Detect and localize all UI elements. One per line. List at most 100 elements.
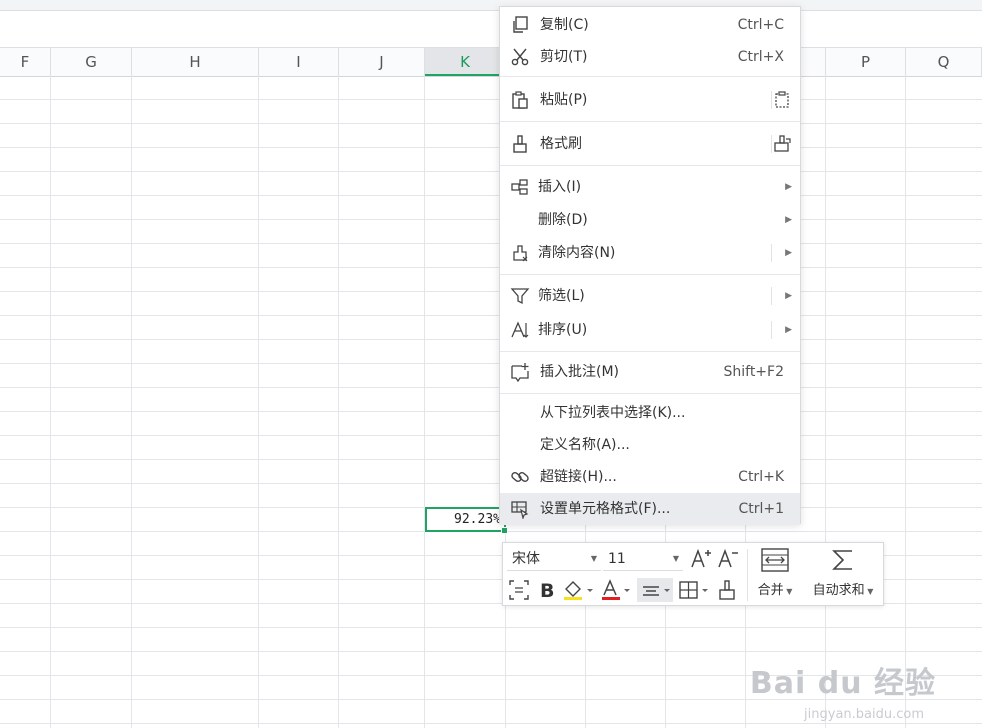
format-painter-button[interactable] <box>715 578 739 602</box>
font-name-select[interactable]: 宋体 ▼ <box>507 547 601 571</box>
menu-shortcut: Ctrl+C <box>737 17 784 33</box>
format-painter-icon <box>719 580 735 600</box>
fill-color-button[interactable] <box>561 578 595 602</box>
submenu-arrow-icon: ▶ <box>785 215 792 225</box>
column-header-h[interactable]: H <box>132 48 259 76</box>
menu-label: 剪切(T) <box>540 49 588 65</box>
menu-item-copy[interactable]: 复制(C) Ctrl+C <box>500 9 800 41</box>
menu-item-paste[interactable]: 粘贴(P) <box>500 84 800 116</box>
autosum-button[interactable]: 自动求和 ▼ <box>805 547 881 603</box>
menu-item-format-cells[interactable]: 设置单元格格式(F)... Ctrl+1 <box>500 493 800 525</box>
menu-separator <box>500 393 800 394</box>
menu-label: 从下拉列表中选择(K)... <box>540 405 686 421</box>
column-header-i[interactable]: I <box>259 48 339 76</box>
row-gridline <box>0 147 982 148</box>
filter-icon <box>510 286 530 306</box>
column-header-bar: F G H I J K L M N O P Q <box>0 47 982 77</box>
menu-item-sort[interactable]: 排序(U) ▶ <box>500 314 800 346</box>
paste-icon <box>510 90 530 110</box>
column-header-q[interactable]: Q <box>906 48 982 76</box>
row-gridline <box>0 171 982 172</box>
active-cell-value: 92.23% <box>454 512 501 527</box>
menu-item-define-name[interactable]: 定义名称(A)... <box>500 429 800 461</box>
submenu-arrow-icon: ▶ <box>785 325 792 335</box>
column-gridline <box>131 76 132 728</box>
decrease-font-size-button[interactable] <box>716 547 740 571</box>
column-header-g[interactable]: G <box>51 48 132 76</box>
menu-item-cut[interactable]: 剪切(T) Ctrl+X <box>500 41 800 73</box>
increase-font-size-button[interactable] <box>689 547 713 571</box>
menu-item-delete[interactable]: 删除(D) ▶ <box>500 204 800 236</box>
menu-item-insert-comment[interactable]: 插入批注(M) Shift+F2 <box>500 356 800 388</box>
submenu-arrow-icon: ▶ <box>785 291 792 301</box>
bold-button[interactable]: B <box>535 578 559 602</box>
menu-separator <box>500 351 800 352</box>
align-center-icon <box>643 586 670 596</box>
column-header-f[interactable]: F <box>0 48 51 76</box>
link-icon <box>510 467 530 487</box>
borders-button[interactable] <box>677 578 713 602</box>
menu-item-hyperlink[interactable]: 超链接(H)... Ctrl+K <box>500 461 800 493</box>
menu-label: 格式刷 <box>540 136 582 152</box>
submenu-arrow-icon: ▶ <box>785 248 792 258</box>
chevron-down-icon: ▼ <box>590 554 597 563</box>
format-painter-lock-icon[interactable] <box>772 134 792 154</box>
menu-label: 超链接(H)... <box>540 469 617 485</box>
menu-separator <box>500 76 800 77</box>
toolbar-divider <box>747 549 748 601</box>
row-gridline <box>0 243 982 244</box>
sort-icon <box>510 320 530 340</box>
merge-button[interactable]: 合并 ▼ <box>753 547 797 603</box>
column-gridline <box>825 76 826 728</box>
comment-icon <box>510 362 530 383</box>
menu-separator <box>500 121 800 122</box>
mini-toolbar: 宋体 ▼ 11 ▼ B 合并 ▼ 自动求和 ▼ <box>502 542 884 606</box>
menu-item-pick-from-dropdown[interactable]: 从下拉列表中选择(K)... <box>500 397 800 429</box>
align-button[interactable] <box>637 578 673 602</box>
row-gridline <box>0 195 982 196</box>
format-painter-icon <box>510 134 530 154</box>
row-gridline <box>0 219 982 220</box>
watermark-url: jingyan.baidu.com <box>804 707 924 722</box>
copy-icon <box>510 15 530 35</box>
menu-label: 复制(C) <box>540 17 589 33</box>
increase-font-icon <box>691 548 711 568</box>
menu-vsep <box>771 244 772 262</box>
select-region-button[interactable] <box>507 578 531 602</box>
column-gridline <box>905 76 906 728</box>
column-header-k[interactable]: K <box>425 48 506 76</box>
font-size-select[interactable]: 11 ▼ <box>603 547 683 571</box>
row-gridline <box>0 387 982 388</box>
menu-shortcut: Ctrl+X <box>737 49 784 65</box>
menu-item-clear[interactable]: 清除内容(N) ▶ <box>500 237 800 269</box>
column-header-p[interactable]: P <box>826 48 906 76</box>
select-region-icon <box>509 580 529 600</box>
row-gridline <box>0 315 982 316</box>
menu-item-insert[interactable]: 插入(I) ▶ <box>500 171 800 203</box>
cell-grid[interactable] <box>0 76 982 728</box>
formula-bar-area <box>0 11 982 47</box>
menu-shortcut: Ctrl+1 <box>738 501 784 517</box>
fill-handle[interactable] <box>501 527 508 534</box>
menu-vsep <box>771 287 772 305</box>
menu-label: 插入批注(M) <box>540 364 620 380</box>
row-gridline <box>0 651 982 652</box>
row-gridline <box>0 267 982 268</box>
column-gridline <box>338 76 339 728</box>
menu-vsep <box>771 321 772 339</box>
row-gridline <box>0 123 982 124</box>
menu-label: 设置单元格格式(F)... <box>540 501 671 517</box>
menu-item-filter[interactable]: 筛选(L) ▶ <box>500 280 800 312</box>
column-gridline <box>424 76 425 728</box>
font-color-button[interactable] <box>599 578 633 602</box>
submenu-arrow-icon: ▶ <box>785 182 792 192</box>
autosum-label: 自动求和 <box>812 583 865 598</box>
menu-label: 清除内容(N) <box>538 245 616 261</box>
chevron-down-icon: ▼ <box>783 587 793 596</box>
paste-options-icon[interactable] <box>772 90 792 110</box>
menu-item-format-painter[interactable]: 格式刷 <box>500 128 800 160</box>
menu-separator <box>500 165 800 166</box>
active-cell[interactable]: 92.23% <box>425 507 508 534</box>
column-header-j[interactable]: J <box>339 48 425 76</box>
merge-cells-icon <box>761 548 789 572</box>
